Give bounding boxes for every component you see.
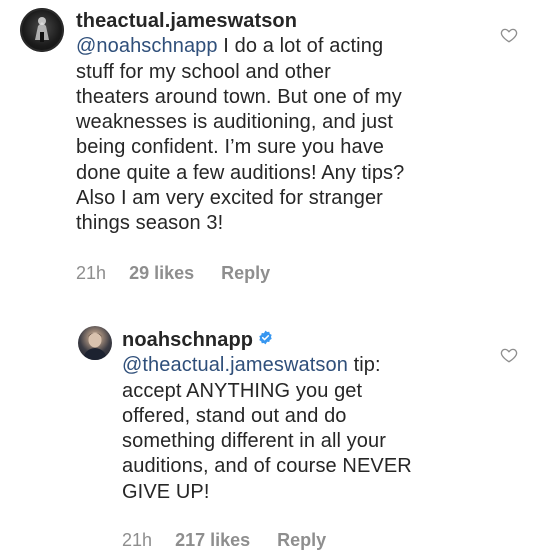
comment-username[interactable]: noahschnapp [122,329,253,351]
comment-body-line: accept ANYTHING you get [122,379,363,402]
heart-outline-icon[interactable] [500,346,518,364]
comment-body-line: being confident. I’m sure you have [76,136,385,159]
comment-body-line: done quite a few auditions! Any tips? [76,161,405,184]
reply-button[interactable]: Reply [277,530,326,550]
comment-likes[interactable]: 217 likes [175,530,250,550]
comment-meta: 21h 217 likes Reply [122,530,348,550]
avatar[interactable] [20,8,64,52]
comment-body-line: auditions, and of course NEVER [122,455,412,478]
comment-text: theactual.jameswatson @noahschnapp I do … [76,9,496,237]
comment-body-line: I do a lot of acting [217,35,384,58]
comment-likes[interactable]: 29 likes [129,263,194,283]
comment-body-line: stuff for my school and other [76,60,331,83]
comment-username[interactable]: theactual.jameswatson [76,10,297,32]
avatar[interactable] [78,326,112,360]
verified-badge-icon [258,327,273,345]
comment-body-line: something different in all your [122,430,386,453]
comment-text: noahschnapp @theactual.jameswatson tip: … [122,327,462,505]
comment-body-line: Also I am very excited for stranger [76,187,383,210]
comment-body-line: things season 3! [76,212,224,235]
comment-body-line: GIVE UP! [122,480,210,503]
comment-time: 21h [76,263,107,283]
heart-outline-icon[interactable] [500,26,518,44]
comment-mention[interactable]: @theactual.jameswatson [122,354,348,376]
comment-body-line: theaters around town. But one of my [76,85,402,108]
comment-body-line: tip: [347,354,381,377]
comment-mention[interactable]: @noahschnapp [76,35,218,57]
comment-meta: 21h 29 likes Reply [76,263,292,284]
comment-body-line: weaknesses is auditioning, and just [76,111,394,134]
comment-body-line: offered, stand out and do [122,404,347,427]
reply-button[interactable]: Reply [221,263,270,283]
comment-time: 21h [122,530,153,550]
